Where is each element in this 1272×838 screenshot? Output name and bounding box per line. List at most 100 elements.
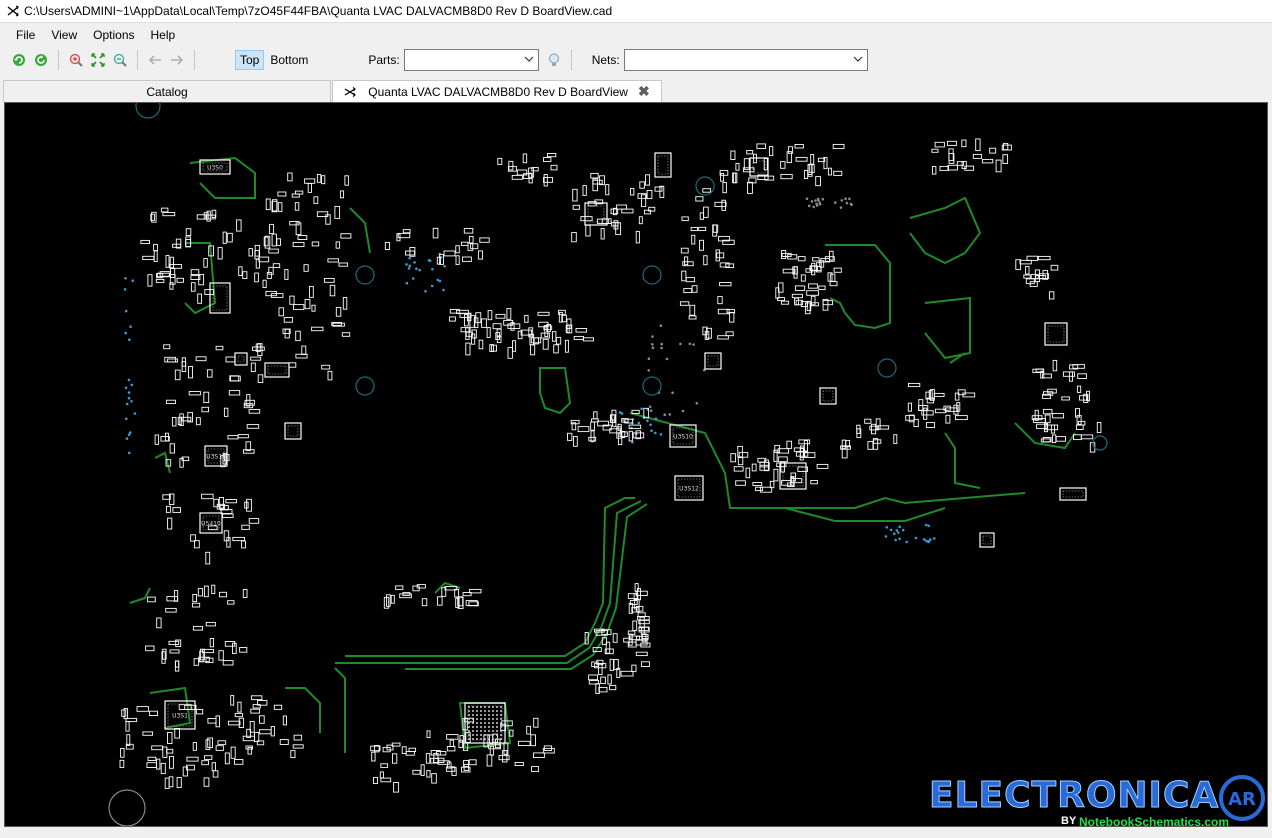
smd-part	[511, 174, 523, 180]
smd-part	[228, 390, 241, 396]
smd-part	[530, 337, 542, 344]
smd-part	[262, 279, 267, 288]
smd-part	[598, 686, 608, 693]
zoom-out-icon[interactable]	[109, 49, 131, 71]
via	[927, 524, 930, 528]
menu-help[interactable]: Help	[143, 26, 184, 44]
smd-part	[572, 204, 580, 210]
smd-part	[201, 760, 209, 766]
via	[124, 386, 128, 390]
smd-part	[550, 164, 558, 171]
bga-ball	[484, 722, 486, 724]
tab-catalog[interactable]: Catalog	[3, 80, 331, 102]
refresh-green-icon[interactable]	[30, 49, 52, 71]
chip-label: U3S0	[207, 165, 223, 172]
smd-part	[147, 596, 156, 603]
parts-combo[interactable]	[403, 49, 539, 71]
smd-part	[679, 301, 690, 306]
smd-part	[685, 277, 696, 283]
smd-part	[232, 536, 245, 542]
via	[894, 538, 897, 542]
smd-part	[218, 591, 228, 598]
menu-view[interactable]: View	[43, 26, 85, 44]
smd-part	[324, 278, 335, 283]
smd-part	[175, 238, 182, 249]
forward-arrow-icon[interactable]	[166, 49, 188, 71]
bga-ball	[468, 730, 470, 732]
smd-part	[185, 228, 192, 236]
vias	[123, 197, 936, 544]
smd-part	[169, 256, 174, 269]
smd-part	[393, 782, 400, 793]
smd-part	[163, 344, 171, 350]
menu-file[interactable]: File	[8, 26, 43, 44]
smd-part	[1023, 274, 1031, 279]
via	[660, 342, 663, 346]
smd-part	[311, 304, 316, 312]
ic-package	[264, 362, 290, 378]
via	[123, 288, 127, 291]
bga-ball	[500, 734, 502, 736]
via	[654, 431, 657, 435]
smd-part	[918, 399, 924, 411]
smd-part	[717, 296, 723, 305]
smd-part	[640, 627, 645, 635]
layer-bottom-button[interactable]: Bottom	[266, 50, 312, 70]
via	[637, 421, 641, 425]
smd-part	[1048, 291, 1055, 300]
smd-part	[468, 759, 477, 766]
smd-part	[827, 167, 832, 176]
menu-options[interactable]: Options	[85, 26, 142, 44]
smd-part	[449, 739, 454, 748]
smd-part	[125, 721, 130, 732]
smd-part	[164, 356, 177, 363]
smd-part	[594, 663, 607, 669]
via	[405, 281, 409, 285]
bga-ball	[492, 734, 494, 736]
via	[839, 206, 843, 209]
bga-ball	[488, 738, 490, 740]
smd-part	[780, 173, 793, 180]
board-canvas[interactable]: U3S0 U3S10 U3S12 U3S11 U5410 U3S1 ELECTRONICA…	[4, 102, 1268, 827]
smd-part	[989, 147, 997, 154]
via	[897, 531, 900, 534]
smd-part	[421, 598, 428, 607]
smd-part	[379, 771, 384, 779]
smd-part	[169, 649, 180, 654]
via	[898, 525, 901, 528]
crossed-arrows-icon	[6, 4, 20, 18]
close-tab-icon[interactable]: ✖	[638, 83, 650, 100]
via	[129, 325, 132, 328]
bga-ball	[468, 726, 470, 728]
tab-boardview-label: Quanta LVAC DALVACMB8D0 Rev D BoardView	[368, 84, 628, 99]
smd-part	[683, 288, 693, 294]
smd-part	[684, 256, 689, 266]
smd-part	[639, 616, 645, 629]
smd-part	[810, 154, 815, 165]
smd-part	[635, 651, 648, 657]
watermark-brand: ELECTRONICA	[928, 775, 1220, 817]
via	[659, 324, 663, 327]
smd-part	[573, 435, 578, 447]
reload-green-icon[interactable]	[8, 49, 30, 71]
lightbulb-icon[interactable]	[543, 49, 565, 71]
smd-part	[1002, 142, 1009, 151]
tab-boardview[interactable]: Quanta LVAC DALVACMB8D0 Rev D BoardView …	[332, 80, 662, 102]
smd-part	[197, 588, 204, 597]
smd-part	[688, 315, 697, 320]
back-arrow-icon[interactable]	[144, 49, 166, 71]
smd-part	[454, 588, 460, 598]
nets-combo[interactable]	[623, 49, 868, 71]
layer-top-button[interactable]: Top	[235, 50, 265, 70]
fit-all-icon[interactable]	[87, 49, 109, 71]
smd-part	[463, 228, 474, 234]
via	[430, 284, 434, 288]
smd-part	[164, 432, 169, 442]
bga-ball	[500, 714, 502, 716]
smd-part	[492, 323, 502, 330]
zoom-in-icon[interactable]	[65, 49, 87, 71]
smd-part	[341, 332, 351, 337]
smd-part	[401, 746, 407, 754]
smd-part	[923, 407, 928, 420]
bga-ball	[476, 714, 478, 716]
